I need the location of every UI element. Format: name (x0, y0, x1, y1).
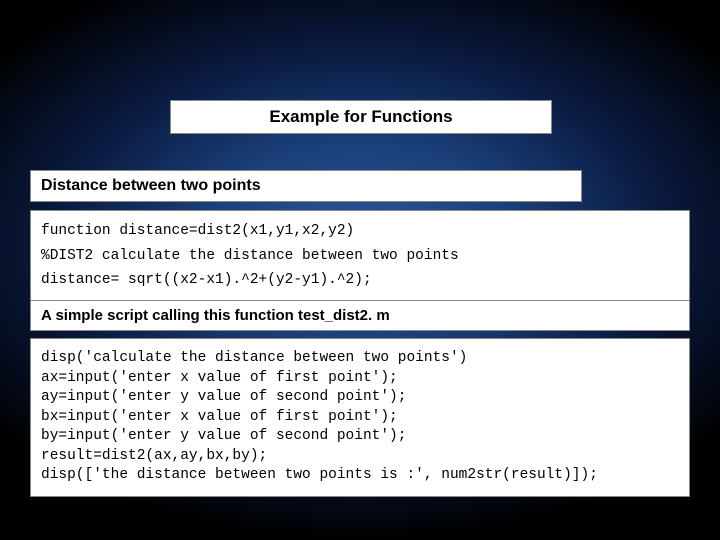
slide: Example for Functions Distance between t… (0, 0, 720, 540)
function-code-block: function distance=dist2(x1,y1,x2,y2) %DI… (30, 210, 690, 302)
script-code-block: disp('calculate the distance between two… (30, 338, 690, 497)
script-title: A simple script calling this function te… (30, 300, 690, 331)
slide-title: Example for Functions (170, 100, 552, 134)
section-subtitle: Distance between two points (30, 170, 582, 202)
